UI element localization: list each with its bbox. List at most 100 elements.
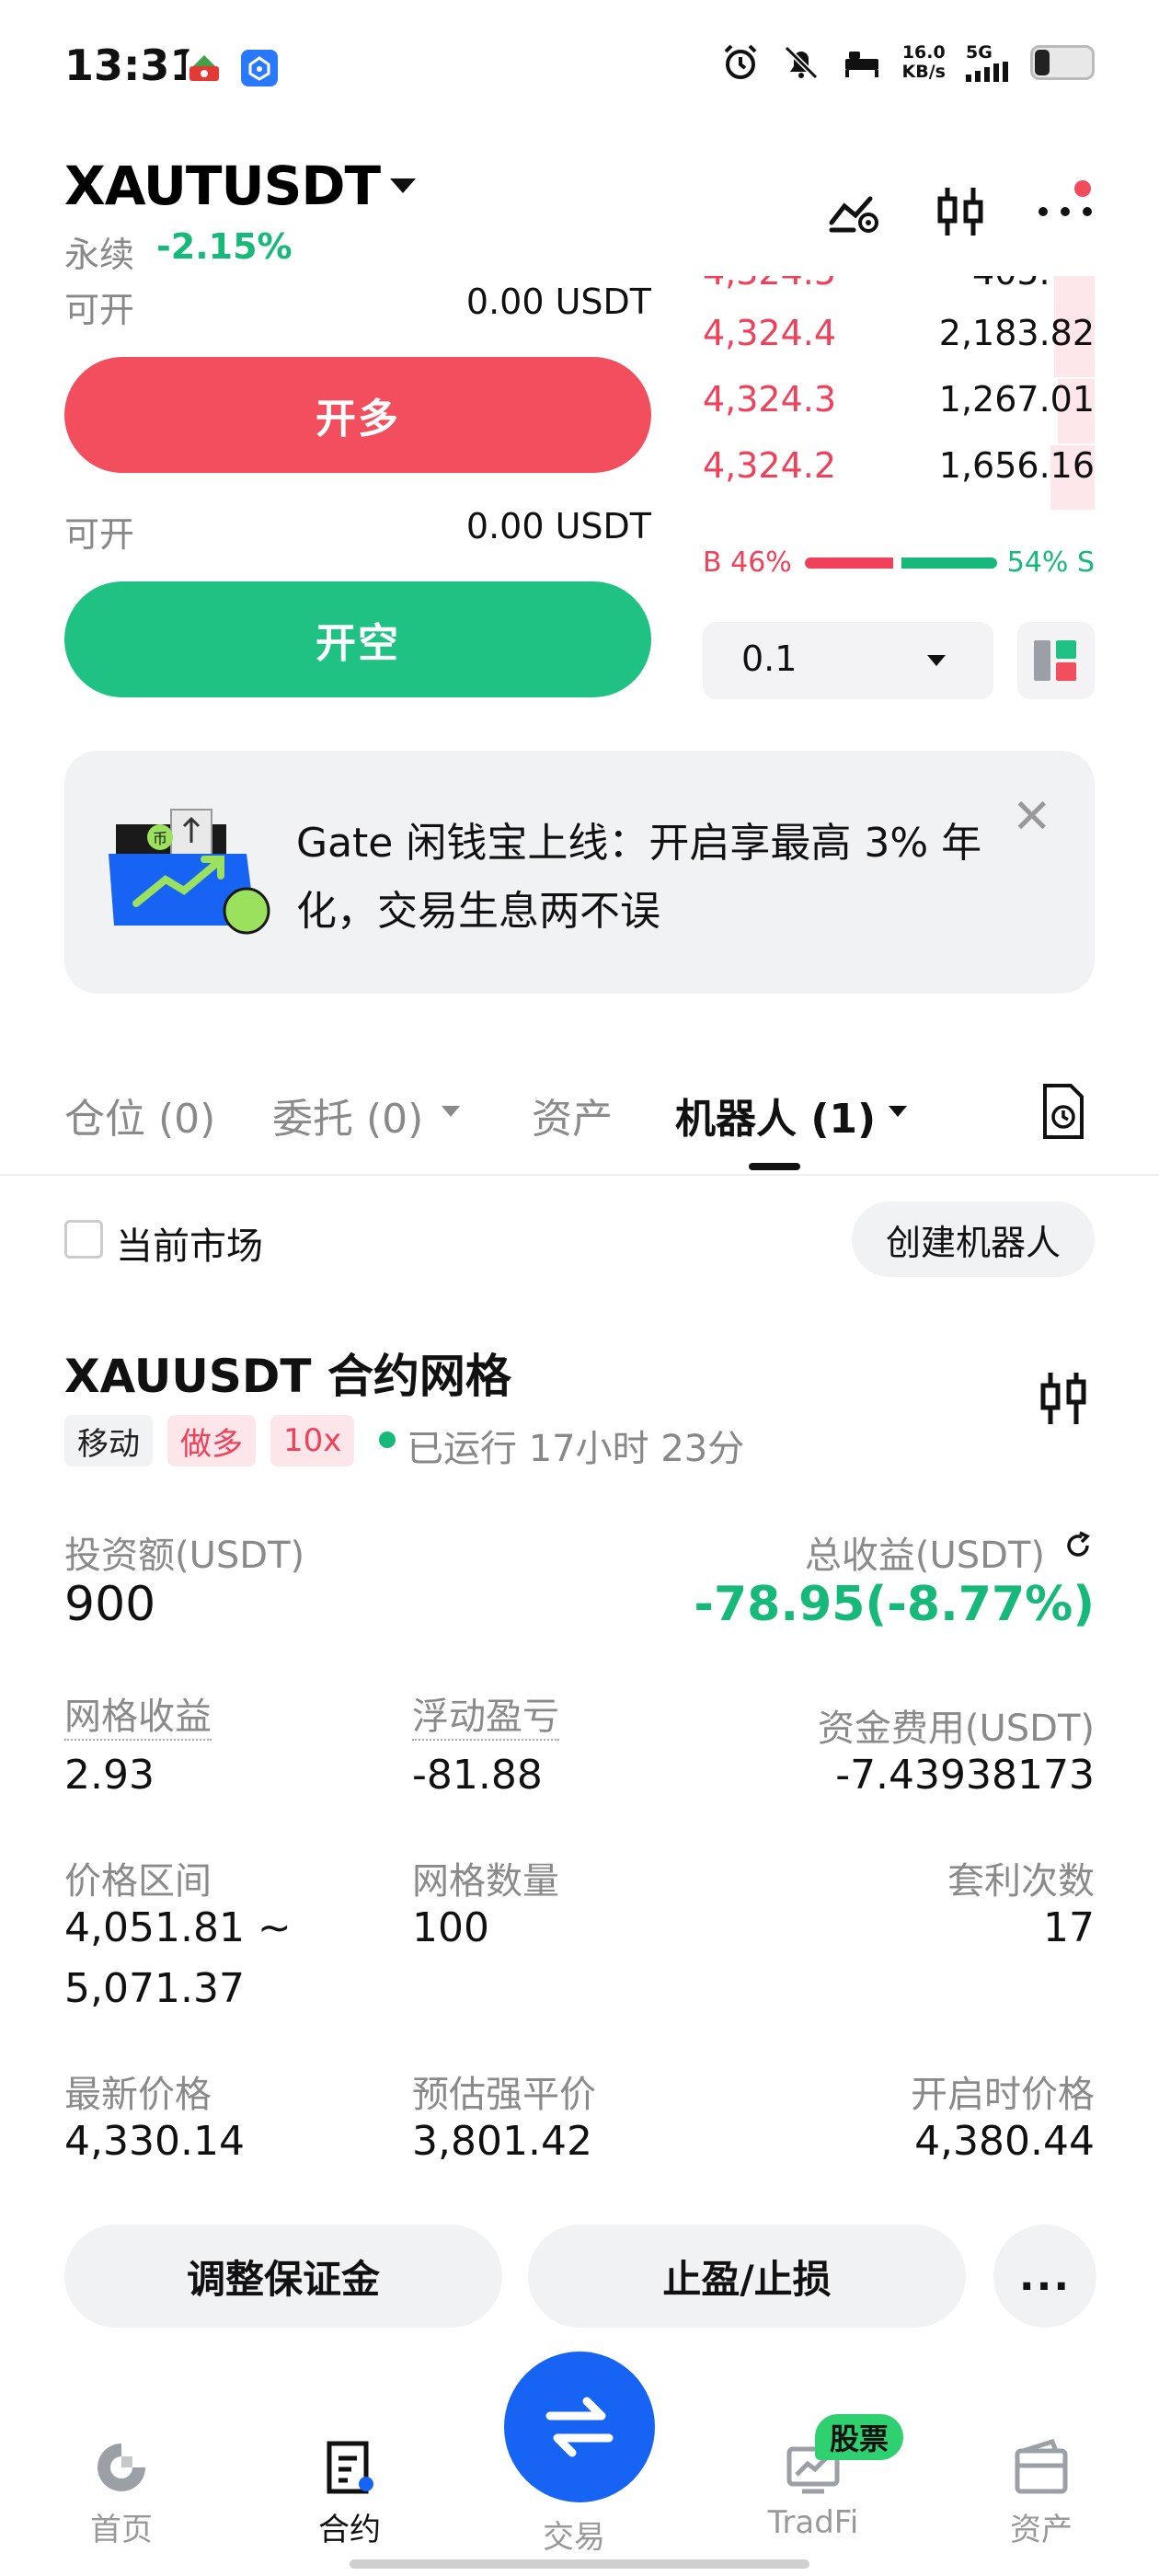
funding-fee-label: 资金费用(USDT): [817, 1708, 1095, 1750]
signal-icon: 5G: [966, 43, 1010, 82]
total-pnl-label: 总收益(USDT): [804, 1535, 1045, 1577]
banner-text: Gate 闲钱宝上线：开启享最高 3% 年化，交易生息两不误: [296, 820, 982, 935]
battery-icon: [1030, 45, 1095, 80]
open-short-button[interactable]: 开空: [64, 581, 651, 697]
tag-trailing: 移动: [64, 1415, 153, 1466]
app-icon: [186, 50, 223, 86]
status-right: 16.0 KB/s 5G: [720, 42, 1095, 83]
arbitrage-count-value: 17: [1043, 1904, 1095, 1951]
alarm-icon: [724, 44, 756, 79]
tab-positions[interactable]: 仓位 (0): [64, 1086, 215, 1144]
status-time: 13:31: [64, 40, 200, 90]
sleep-icon: [844, 52, 878, 77]
net-speed: 16.0 KB/s: [901, 42, 946, 82]
sync-icon: [241, 50, 278, 86]
wallet-growth-icon: 币: [109, 809, 270, 935]
pair-dropdown-icon[interactable]: [390, 178, 416, 193]
grid-compare-icon[interactable]: [826, 186, 885, 237]
invest-value: 900: [64, 1577, 156, 1632]
stock-badge: 股票: [815, 2414, 904, 2460]
pair-title[interactable]: XAUTUSDT: [64, 155, 381, 217]
orderbook-price[interactable]: 4,324.4: [703, 313, 836, 353]
tab-bots[interactable]: 机器人 (1): [675, 1086, 876, 1144]
grid-profit-value: 2.93: [64, 1752, 155, 1799]
floating-pnl-value: -81.88: [412, 1752, 543, 1799]
tag-direction: 做多: [167, 1415, 256, 1466]
price-change: -2.15%: [156, 226, 293, 267]
more-icon[interactable]: [1036, 202, 1095, 221]
last-price-value: 4,330.14: [64, 2118, 245, 2165]
layout-icon: [1034, 640, 1076, 681]
more-button[interactable]: ...: [993, 2225, 1096, 2328]
candlestick-icon[interactable]: [1038, 1369, 1089, 1428]
history-icon[interactable]: [1039, 1082, 1087, 1141]
orderbook-layout-button[interactable]: [1017, 622, 1095, 699]
swap-icon: [545, 2397, 614, 2457]
grid-profit-label[interactable]: 网格收益: [64, 1695, 212, 1741]
grid-count-value: 100: [412, 1904, 489, 1951]
short-avail-label: 可开: [64, 514, 135, 555]
refresh-icon[interactable]: [1061, 1529, 1095, 1562]
orderbook-price[interactable]: 4,324.2: [703, 445, 836, 486]
orderbook-price[interactable]: 4,324.3: [703, 379, 836, 420]
price-range-label: 价格区间: [64, 1860, 212, 1903]
arbitrage-count-label: 套利次数: [947, 1860, 1095, 1903]
running-duration: 已运行 17小时 23分: [407, 1428, 745, 1470]
tag-leverage: 10x: [270, 1415, 355, 1466]
status-left-icons: [186, 50, 278, 86]
tabs-divider: [0, 1174, 1159, 1176]
running-status-dot: [379, 1432, 396, 1448]
nav-home[interactable]: 首页: [48, 2438, 195, 2549]
funding-fee-value: -7.43938173: [835, 1752, 1095, 1799]
depth-step-value: 0.1: [741, 638, 798, 679]
long-avail-label: 可开: [64, 290, 135, 330]
grid-count-label: 网格数量: [412, 1860, 559, 1903]
open-long-button[interactable]: 开多: [64, 357, 651, 473]
nav-trade-label[interactable]: 交易: [543, 2512, 605, 2557]
nav-futures[interactable]: 合约: [276, 2438, 423, 2549]
chevron-down-icon[interactable]: [889, 1106, 907, 1117]
futures-icon: [327, 2441, 373, 2494]
close-icon[interactable]: ✕: [1012, 793, 1052, 841]
invest-label: 投资额(USDT): [64, 1535, 305, 1577]
sell-ratio: 54% S: [1006, 546, 1095, 579]
open-price-value: 4,380.44: [914, 2118, 1095, 2165]
floating-pnl-label[interactable]: 浮动盈亏: [412, 1695, 559, 1741]
long-avail-value: 0.00 USDT: [465, 282, 651, 322]
chevron-down-icon[interactable]: [442, 1106, 460, 1117]
current-market-label[interactable]: 当前市场: [116, 1216, 263, 1270]
tab-assets[interactable]: 资产: [532, 1086, 613, 1144]
tab-orders[interactable]: 委托 (0): [272, 1086, 423, 1144]
notification-dot: [1074, 180, 1091, 197]
bot-title[interactable]: XAUUSDT 合约网格: [64, 1340, 511, 1406]
current-market-checkbox[interactable]: [64, 1220, 103, 1259]
home-indicator[interactable]: [350, 2559, 809, 2569]
mute-icon: [784, 45, 818, 80]
price-range-low: 4,051.81 ~: [64, 1904, 292, 1951]
total-pnl-value: -78.95(-8.77%): [694, 1577, 1095, 1632]
sell-ratio-bar: [901, 558, 997, 569]
price-range-high: 5,071.37: [64, 1965, 245, 2012]
open-price-label: 开启时价格: [911, 2074, 1095, 2116]
trade-button[interactable]: [504, 2352, 655, 2502]
orderbook-partial-row: 4,324.5 405.75: [703, 276, 1095, 296]
buy-ratio-bar: [805, 558, 893, 569]
nav-assets[interactable]: 资产: [968, 2438, 1115, 2549]
orderbook-qty: 2,183.82: [938, 313, 1095, 353]
liq-price-value: 3,801.42: [412, 2118, 592, 2165]
home-icon: [98, 2444, 145, 2491]
candlestick-icon[interactable]: [933, 184, 988, 239]
contract-type: 永续: [64, 235, 135, 275]
last-price-label: 最新价格: [64, 2074, 212, 2116]
create-bot-button[interactable]: 创建机器人: [852, 1202, 1095, 1277]
chevron-down-icon: [927, 655, 946, 666]
short-avail-value: 0.00 USDT: [465, 506, 651, 546]
liq-price-label: 预估强平价: [412, 2074, 596, 2116]
depth-step-select[interactable]: 0.1: [703, 622, 993, 699]
wallet-icon: [1015, 2438, 1068, 2494]
orderbook-qty: 1,267.01: [938, 379, 1095, 420]
svg-text:币: 币: [153, 830, 167, 847]
tp-sl-button[interactable]: 止盈/止损: [528, 2225, 966, 2328]
header-actions: [826, 184, 1095, 239]
adjust-margin-button[interactable]: 调整保证金: [64, 2225, 502, 2328]
